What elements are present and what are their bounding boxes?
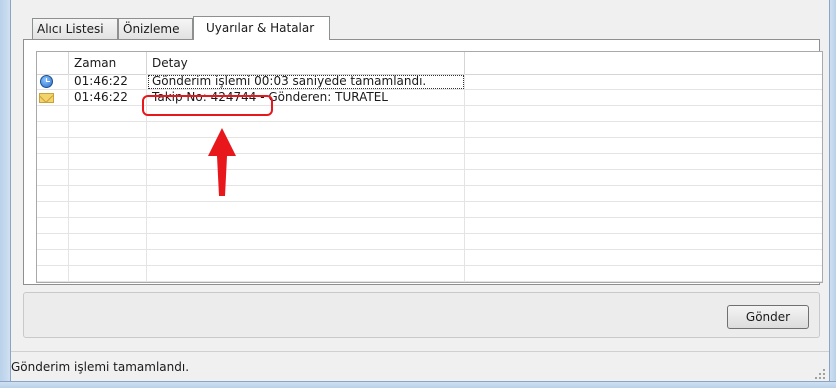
column-header-detay[interactable]: Detay xyxy=(147,52,465,74)
empty-row xyxy=(37,250,822,266)
button-panel xyxy=(23,292,820,338)
empty-row xyxy=(37,138,822,154)
tab-label: Uyarılar & Hatalar xyxy=(206,21,315,35)
grid-header: Zaman Detay xyxy=(37,52,822,75)
empty-row xyxy=(37,170,822,186)
resize-grip-icon[interactable] xyxy=(815,369,825,379)
tab-uyarilar-hatalar[interactable]: Uyarılar & Hatalar xyxy=(193,16,330,40)
column-header-icon[interactable] xyxy=(37,52,69,74)
window-right-border xyxy=(829,0,836,387)
window-left-border xyxy=(0,0,11,387)
detail-cell: Gönderim işlemi 00:03 saniyede tamamland… xyxy=(147,74,465,90)
row-icon-cell xyxy=(37,74,69,90)
time-cell: 01:46:22 xyxy=(69,74,147,90)
empty-row xyxy=(37,122,822,138)
mail-icon xyxy=(39,93,54,103)
column-header-zaman[interactable]: Zaman xyxy=(69,52,147,74)
empty-cell xyxy=(465,90,822,106)
tracking-number-highlight xyxy=(142,95,273,116)
tab-alici-listesi[interactable]: Alıcı Listesi xyxy=(32,18,118,39)
status-text: Gönderim işlemi tamamlandı. xyxy=(11,360,190,374)
column-header-filler xyxy=(465,52,822,74)
empty-row xyxy=(37,234,822,250)
empty-row xyxy=(37,266,822,282)
clock-icon xyxy=(40,75,53,88)
table-row[interactable]: 01:46:22 Gönderim işlemi 00:03 saniyede … xyxy=(37,74,822,90)
empty-row xyxy=(37,218,822,234)
red-arrow-icon xyxy=(208,128,236,196)
tab-label: Önizleme xyxy=(123,22,180,36)
tab-onizleme[interactable]: Önizleme xyxy=(118,18,193,39)
empty-row xyxy=(37,154,822,170)
empty-cell xyxy=(465,74,822,90)
empty-row xyxy=(37,186,822,202)
tab-label: Alıcı Listesi xyxy=(37,22,104,36)
row-icon-cell xyxy=(37,90,69,106)
empty-row xyxy=(37,202,822,218)
send-button[interactable]: Gönder xyxy=(727,305,809,329)
messages-grid[interactable]: Zaman Detay 01:46:22 Gönderim işlemi 00:… xyxy=(36,51,823,283)
status-bar: Gönderim işlemi tamamlandı. xyxy=(11,351,829,382)
time-cell: 01:46:22 xyxy=(69,90,147,106)
